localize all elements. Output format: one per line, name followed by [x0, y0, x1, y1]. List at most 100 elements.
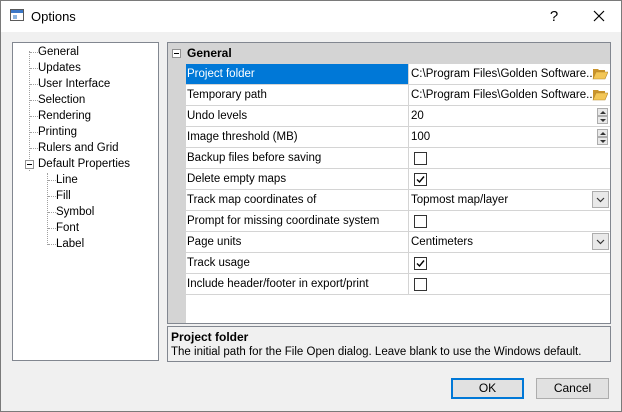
description-panel: Project folder The initial path for the …	[167, 326, 611, 362]
description-text: The initial path for the File Open dialo…	[171, 346, 582, 358]
tree-connector	[30, 84, 38, 85]
description-title: Project folder	[171, 330, 249, 344]
image-threshold-spinner[interactable]	[597, 129, 608, 145]
tree-item-rendering[interactable]: Rendering	[38, 108, 91, 124]
property-name[interactable]: Temporary path	[186, 85, 409, 106]
property-value[interactable]: Centimeters	[408, 232, 610, 253]
tree-item-printing[interactable]: Printing	[38, 124, 77, 140]
property-value[interactable]: 20	[408, 106, 610, 127]
checkmark-icon	[416, 176, 425, 184]
property-name[interactable]: Page units	[186, 232, 409, 253]
tree-item-font[interactable]: Font	[56, 220, 79, 236]
folder-browse-button[interactable]	[592, 87, 609, 105]
title-bar: Options ?	[1, 1, 621, 32]
property-row-project-folder[interactable]: Project folder C:\Program Files\Golden S…	[186, 64, 610, 85]
cancel-button[interactable]: Cancel	[536, 378, 609, 399]
app-icon	[10, 9, 24, 21]
property-row-delete-empty-maps[interactable]: Delete empty maps	[186, 169, 610, 190]
tree-item-default-properties[interactable]: Default Properties	[38, 156, 130, 172]
spin-up-icon[interactable]	[597, 129, 608, 137]
collapse-icon[interactable]	[172, 49, 181, 58]
undo-levels-spinner[interactable]	[597, 108, 608, 124]
property-row-temporary-path[interactable]: Temporary path C:\Program Files\Golden S…	[186, 85, 610, 106]
property-value[interactable]	[408, 253, 610, 274]
track-usage-checkbox[interactable]	[414, 257, 427, 270]
property-name[interactable]: Track map coordinates of	[186, 190, 409, 211]
tree-connector	[30, 132, 38, 133]
delete-empty-maps-checkbox[interactable]	[414, 173, 427, 186]
tree-item-symbol[interactable]: Symbol	[56, 204, 94, 220]
tree-connector	[48, 196, 56, 197]
property-row-track-map-coordinates[interactable]: Track map coordinates of Topmost map/lay…	[186, 190, 610, 211]
property-value-text: 20	[411, 110, 424, 122]
tree-item-general[interactable]: General	[38, 44, 79, 60]
property-value-text: Topmost map/layer	[411, 194, 509, 206]
tree-connector	[48, 244, 56, 245]
property-name[interactable]: Undo levels	[186, 106, 409, 127]
property-value[interactable]	[408, 148, 610, 169]
options-dialog: Options ? General Updates User Interface…	[0, 0, 622, 412]
tree-connector	[48, 228, 56, 229]
property-row-undo-levels[interactable]: Undo levels 20	[186, 106, 610, 127]
property-value[interactable]	[408, 169, 610, 190]
tree-connector	[30, 148, 38, 149]
help-button[interactable]: ?	[532, 1, 576, 32]
spin-down-icon[interactable]	[597, 116, 608, 124]
property-value[interactable]: C:\Program Files\Golden Software...	[408, 85, 610, 106]
property-name[interactable]: Include header/footer in export/print	[186, 274, 409, 295]
tree-item-selection[interactable]: Selection	[38, 92, 85, 108]
ok-button[interactable]: OK	[451, 378, 524, 399]
property-row-track-usage[interactable]: Track usage	[186, 253, 610, 274]
property-value-text: C:\Program Files\Golden Software...	[411, 89, 596, 101]
spin-down-icon[interactable]	[597, 137, 608, 145]
tree-connector	[30, 68, 38, 69]
tree-item-rulers-and-grid[interactable]: Rulers and Grid	[38, 140, 119, 156]
tree-connector	[30, 116, 38, 117]
dropdown-button[interactable]	[592, 191, 609, 208]
collapse-icon[interactable]	[25, 160, 34, 169]
chevron-down-icon	[596, 197, 605, 203]
property-value-text: C:\Program Files\Golden Software...	[411, 68, 596, 80]
tree-connector	[29, 51, 30, 171]
spin-up-icon[interactable]	[597, 108, 608, 116]
grid-gutter	[168, 64, 186, 323]
tree-item-line[interactable]: Line	[56, 172, 78, 188]
property-value[interactable]	[408, 211, 610, 232]
property-row-image-threshold[interactable]: Image threshold (MB) 100	[186, 127, 610, 148]
property-name[interactable]: Project folder	[186, 64, 409, 85]
property-name[interactable]: Backup files before saving	[186, 148, 409, 169]
property-row-page-units[interactable]: Page units Centimeters	[186, 232, 610, 253]
property-name[interactable]: Track usage	[186, 253, 409, 274]
tree-item-label[interactable]: Label	[56, 236, 84, 252]
window-title: Options	[31, 9, 76, 24]
property-value[interactable]: 100	[408, 127, 610, 148]
property-row-backup-files[interactable]: Backup files before saving	[186, 148, 610, 169]
options-tree[interactable]: General Updates User Interface Selection…	[12, 42, 159, 361]
property-value[interactable]: C:\Program Files\Golden Software...	[408, 64, 610, 85]
property-name[interactable]: Image threshold (MB)	[186, 127, 409, 148]
tree-connector	[47, 173, 48, 245]
tree-item-fill[interactable]: Fill	[56, 188, 71, 204]
property-row-prompt-missing-cs[interactable]: Prompt for missing coordinate system	[186, 211, 610, 232]
close-icon	[593, 10, 605, 22]
property-grid: General Project folder C:\Program Files\…	[167, 42, 611, 324]
property-name[interactable]: Prompt for missing coordinate system	[186, 211, 409, 232]
property-name[interactable]: Delete empty maps	[186, 169, 409, 190]
dropdown-button[interactable]	[592, 233, 609, 250]
prompt-missing-cs-checkbox[interactable]	[414, 215, 427, 228]
folder-browse-button[interactable]	[592, 66, 609, 84]
property-value[interactable]: Topmost map/layer	[408, 190, 610, 211]
tree-connector	[30, 100, 38, 101]
close-button[interactable]	[577, 1, 621, 32]
include-header-footer-checkbox[interactable]	[414, 278, 427, 291]
tree-item-updates[interactable]: Updates	[38, 60, 81, 76]
tree-connector	[30, 52, 38, 53]
backup-files-checkbox[interactable]	[414, 152, 427, 165]
chevron-down-icon	[596, 239, 605, 245]
property-row-include-header-footer[interactable]: Include header/footer in export/print	[186, 274, 610, 295]
tree-connector	[48, 180, 56, 181]
property-value[interactable]	[408, 274, 610, 295]
category-label: General	[187, 46, 232, 60]
tree-item-user-interface[interactable]: User Interface	[38, 76, 110, 92]
category-header[interactable]: General	[168, 43, 610, 64]
